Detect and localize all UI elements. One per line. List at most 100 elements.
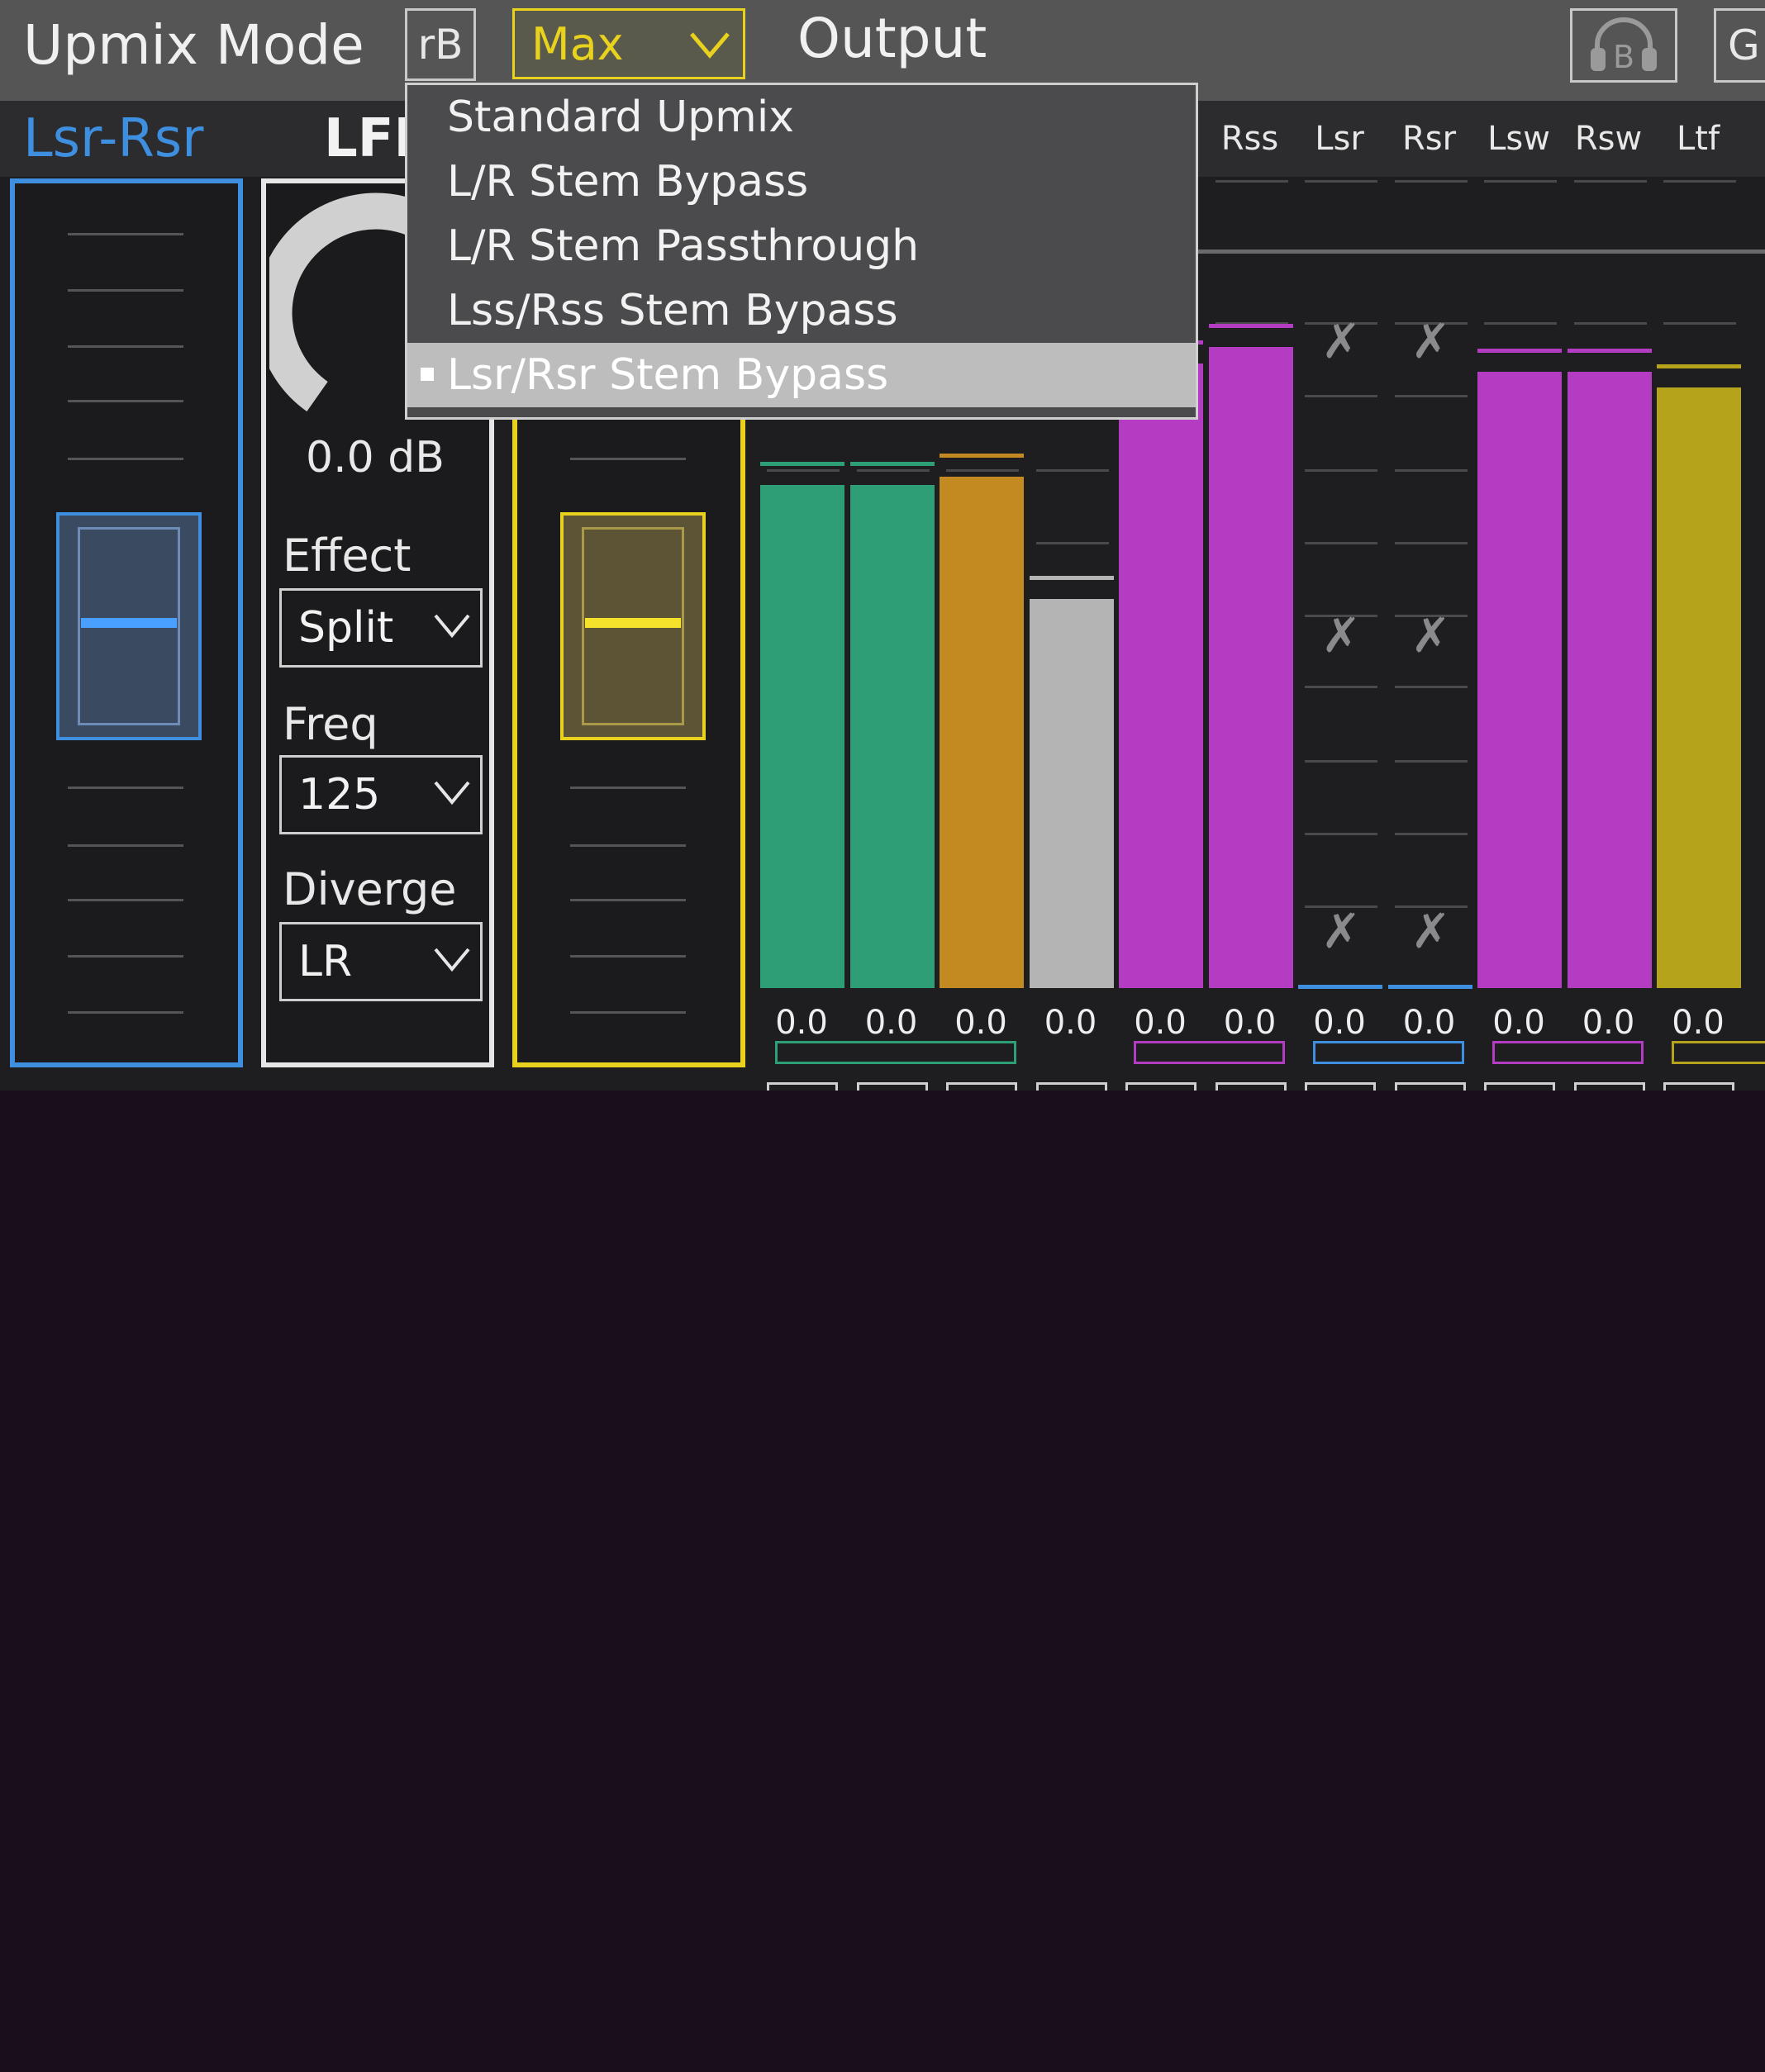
menu-item-label: Lss/Rss Stem Bypass xyxy=(447,286,898,335)
meter-grid-line xyxy=(1035,542,1109,544)
meter-peak-hold xyxy=(849,462,935,466)
channel-button[interactable] xyxy=(1663,1082,1734,1091)
meter-value: 0.0 xyxy=(1402,1004,1456,1042)
fader-tick xyxy=(68,458,183,460)
meter-bar xyxy=(760,485,844,988)
meter-grid-line xyxy=(1305,686,1377,688)
meter-grid-line xyxy=(1663,180,1736,183)
meter-grid-line xyxy=(946,469,1019,472)
channel-button[interactable] xyxy=(1215,1082,1287,1091)
diverge-value: LR xyxy=(298,937,353,986)
menu-item-l-r-stem-passthrough[interactable]: L/R Stem Passthrough xyxy=(407,214,1196,278)
muted-x-icon: ✗ xyxy=(1411,313,1451,369)
chevron-down-icon xyxy=(690,32,730,59)
channel-group-box xyxy=(1313,1041,1464,1064)
meter-bar xyxy=(940,477,1024,988)
meter-grid-line xyxy=(856,469,930,472)
meter-value: 0.0 xyxy=(1313,1004,1366,1042)
meter-peak-hold xyxy=(1477,349,1562,353)
meter-grid-line xyxy=(1394,180,1468,183)
fader-tick xyxy=(68,233,183,235)
meter-grid-line xyxy=(1035,469,1109,472)
meter-grid-line xyxy=(1663,322,1736,325)
upmix-mode-value: Max xyxy=(531,17,624,70)
meter-grid-line xyxy=(1573,322,1647,325)
fader-tick xyxy=(570,844,686,847)
fader-tick xyxy=(68,787,183,789)
channel-button[interactable] xyxy=(1125,1082,1196,1091)
rb-button[interactable]: rB xyxy=(405,8,476,81)
fader-tick xyxy=(570,1011,686,1014)
fader-tick xyxy=(68,844,183,847)
freq-value: 125 xyxy=(298,770,381,820)
chevron-down-icon xyxy=(434,948,470,972)
meter-value: 0.0 xyxy=(954,1004,1007,1042)
fader-tick xyxy=(570,899,686,901)
stem-fader-knob[interactable] xyxy=(560,512,706,740)
effect-dropdown[interactable]: Split xyxy=(279,588,483,668)
meter-bar xyxy=(1119,364,1203,988)
headphone-icon: B xyxy=(1591,17,1657,74)
menu-item-lss-rss-stem-bypass[interactable]: Lss/Rss Stem Bypass xyxy=(407,278,1196,343)
meter-peak-hold xyxy=(1208,324,1293,328)
menu-item-standard-upmix[interactable]: Standard Upmix xyxy=(407,85,1196,150)
freq-dropdown[interactable]: 125 xyxy=(279,755,483,834)
meter-bar xyxy=(1477,372,1562,988)
chevron-down-icon xyxy=(434,781,470,806)
muted-x-icon: ✗ xyxy=(1320,903,1362,959)
channel-group-box xyxy=(1134,1041,1285,1064)
channel-button[interactable] xyxy=(946,1082,1017,1091)
meter-grid-line xyxy=(1305,542,1377,544)
channel-group-box xyxy=(1492,1041,1644,1064)
channel-button[interactable] xyxy=(1573,1082,1645,1091)
fader-tick xyxy=(68,955,183,958)
meter-grid-line xyxy=(1484,322,1557,325)
meter-grid-line xyxy=(1394,760,1468,763)
lfe-gain-value: 0.0 dB xyxy=(306,433,445,482)
meter-grid-line xyxy=(1394,469,1468,472)
channel-button[interactable] xyxy=(856,1082,928,1091)
meter-grid-line xyxy=(1394,686,1468,688)
channel-label-lsr: Lsr xyxy=(1315,120,1364,158)
fader-indicator xyxy=(81,618,177,628)
g-button[interactable]: G xyxy=(1714,8,1765,83)
meter-value: 0.0 xyxy=(1223,1004,1277,1042)
lsr-rsr-fader-panel xyxy=(10,178,243,1067)
muted-x-icon: ✗ xyxy=(1411,903,1451,959)
menu-item-label: Lsr/Rsr Stem Bypass xyxy=(447,350,889,400)
meter-grid-line xyxy=(1215,180,1288,183)
meter-grid-line xyxy=(1394,395,1468,397)
meter-grid-line xyxy=(1305,395,1377,397)
meter-value: 0.0 xyxy=(864,1004,918,1042)
menu-item-l-r-stem-bypass[interactable]: L/R Stem Bypass xyxy=(407,150,1196,214)
meter-grid-line xyxy=(767,469,840,472)
upmix-mode-dropdown[interactable]: Max xyxy=(512,8,745,79)
upmix-mode-label: Upmix Mode xyxy=(23,13,364,77)
upmix-mode-menu: Standard Upmix L/R Stem Bypass L/R Stem Pa… xyxy=(405,83,1198,420)
effect-value: Split xyxy=(298,603,394,653)
meter-bar xyxy=(1567,372,1652,988)
muted-x-icon: ✗ xyxy=(1320,313,1362,369)
selected-bullet-icon xyxy=(421,368,434,381)
lsr-rsr-fader-knob[interactable] xyxy=(56,512,202,740)
meter-peak-hold xyxy=(1029,576,1114,580)
headphone-button[interactable]: B xyxy=(1570,8,1677,83)
menu-item-label: L/R Stem Bypass xyxy=(447,157,809,207)
diverge-dropdown[interactable]: LR xyxy=(279,922,483,1001)
fader-tick xyxy=(68,1011,183,1014)
effect-label: Effect xyxy=(283,530,412,582)
channel-button[interactable] xyxy=(1484,1082,1555,1091)
freq-label: Freq xyxy=(283,698,378,750)
channel-button[interactable] xyxy=(1305,1082,1376,1091)
channel-label-rsw: Rsw xyxy=(1574,120,1643,158)
meter-bar xyxy=(1029,599,1114,988)
channel-button[interactable] xyxy=(1035,1082,1107,1091)
channel-button[interactable] xyxy=(1394,1082,1466,1091)
channel-button[interactable] xyxy=(767,1082,838,1091)
diverge-label: Diverge xyxy=(283,863,457,915)
output-label: Output xyxy=(797,7,987,70)
fader-tick xyxy=(68,289,183,292)
channel-group-box xyxy=(1672,1041,1765,1064)
muted-x-icon: ✗ xyxy=(1320,607,1362,663)
menu-item-lsr-rsr-stem-bypass[interactable]: Lsr/Rsr Stem Bypass xyxy=(407,343,1196,407)
